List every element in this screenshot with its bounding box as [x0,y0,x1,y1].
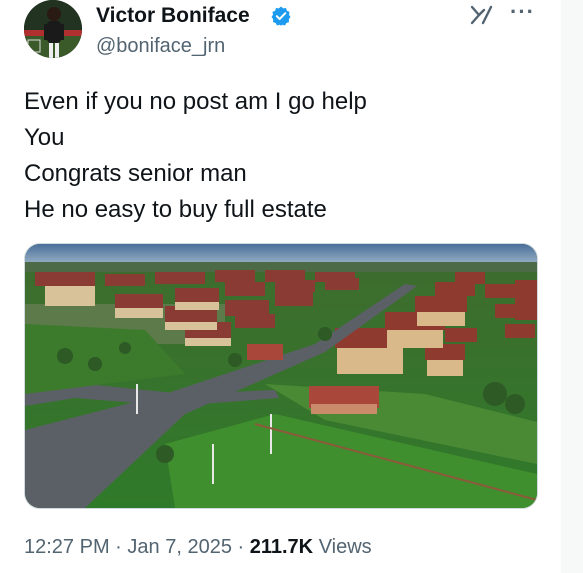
meta-separator: · [237,536,245,558]
tweet-text: Even if you no post am I go help You Con… [24,84,367,228]
estate-aerial-photo [25,244,537,508]
tweet-line: He no easy to buy full estate [24,196,327,223]
tweet-media-image[interactable] [24,243,538,509]
display-name[interactable]: Victor Boniface [96,3,250,29]
tweet-line: Congrats senior man [24,160,247,187]
verified-badge-icon[interactable] [270,5,292,27]
tweet-line: Even if you no post am I go help [24,88,367,115]
tweet-time[interactable]: 12:27 PM [24,536,110,558]
tweet-line: You [24,124,65,151]
tweet-meta: 12:27 PM · Jan 7, 2025 · 211.7K Views [24,536,372,559]
views-label: Views [318,536,372,558]
meta-separator: · [115,536,122,558]
avatar[interactable] [24,0,82,58]
right-gutter [561,0,583,573]
views-count[interactable]: 211.7K [250,536,313,558]
grok-icon[interactable] [470,4,494,26]
user-handle[interactable]: @boniface_jrn [96,33,225,59]
more-icon[interactable]: ··· [510,1,535,23]
avatar-image [24,0,82,58]
tweet-date[interactable]: Jan 7, 2025 [127,536,232,558]
